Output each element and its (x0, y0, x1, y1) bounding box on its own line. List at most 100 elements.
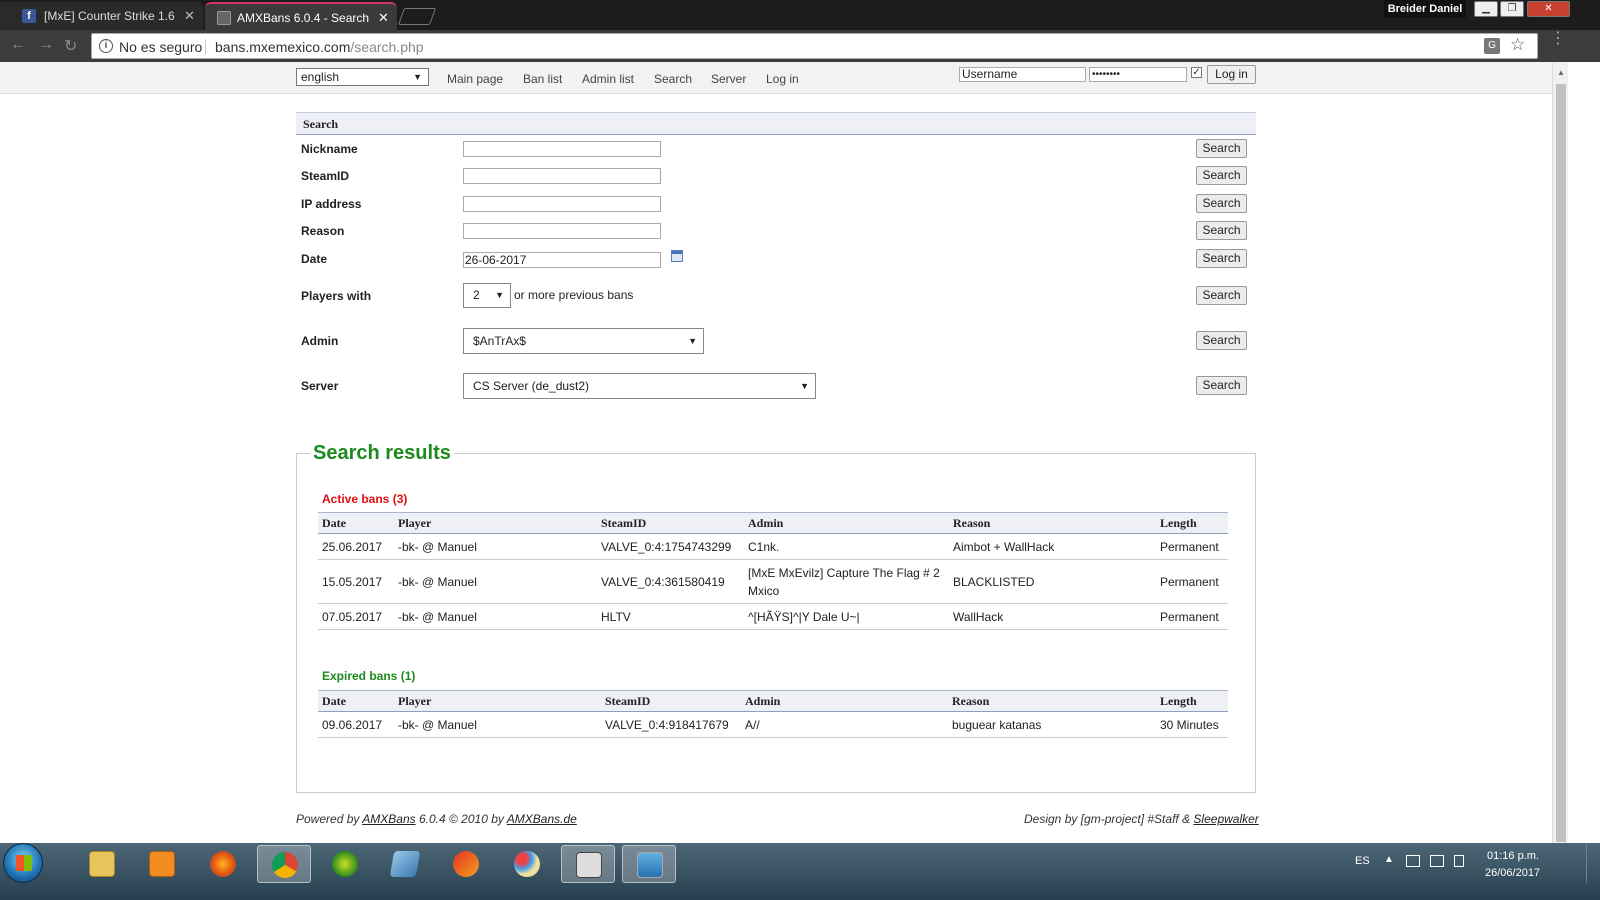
action-center-flag-icon[interactable] (1406, 855, 1420, 867)
table-row[interactable]: 15.05.2017 -bk- @ Manuel VALVE_0:4:36158… (318, 559, 1228, 604)
volume-icon[interactable] (1454, 855, 1464, 867)
browser-menu-icon[interactable]: ⋮ (1550, 31, 1566, 47)
ban-reason: BLACKLISTED (949, 559, 1156, 604)
search-admin-button[interactable]: Search (1196, 331, 1247, 350)
ban-date: 09.06.2017 (318, 711, 394, 738)
vertical-scrollbar[interactable]: ▲ ▼ (1552, 62, 1568, 860)
reason-label: Reason (301, 224, 345, 238)
table-header-row: Date Player SteamID Admin Reason Length (318, 512, 1228, 534)
date-input[interactable]: 26-06-2017 (463, 252, 661, 268)
security-label[interactable]: No es seguro (119, 39, 202, 55)
search-date-button[interactable]: Search (1196, 249, 1247, 268)
clock-date[interactable]: 26/06/2017 (1485, 867, 1540, 879)
photo-viewer-icon[interactable] (622, 845, 676, 883)
nav-main-page[interactable]: Main page (447, 72, 503, 86)
search-server-button[interactable]: Search (1196, 376, 1247, 395)
search-nickname-button[interactable]: Search (1196, 139, 1247, 158)
column-header: Admin (744, 512, 949, 534)
ccleaner-icon[interactable] (439, 845, 493, 883)
paint-icon[interactable] (500, 845, 554, 883)
ban-admin: A// (741, 711, 948, 738)
app-icon[interactable] (318, 845, 372, 883)
username-input[interactable]: Username (959, 67, 1086, 82)
close-tab-icon[interactable]: ✕ (184, 2, 195, 30)
reload-icon[interactable]: ↻ (64, 36, 77, 56)
file-explorer-icon[interactable] (75, 845, 129, 883)
column-header: Date (318, 690, 394, 712)
calendar-icon[interactable] (671, 250, 683, 262)
forward-arrow-icon[interactable]: → (38, 36, 54, 54)
search-ip-button[interactable]: Search (1196, 194, 1247, 213)
previous-bans-select[interactable]: 2 ▼ (463, 283, 511, 308)
nav-search[interactable]: Search (654, 72, 692, 86)
steamid-input[interactable] (463, 168, 661, 184)
column-header: Reason (948, 690, 1156, 712)
reason-input[interactable] (463, 223, 661, 239)
url-text[interactable]: bans.mxemexico.com/search.php (215, 39, 424, 55)
active-bans-title: Active bans (3) (322, 492, 408, 506)
tab-amxbans-search[interactable]: AMXBans 6.0.4 - Search ✕ (205, 2, 397, 30)
scroll-thumb[interactable] (1556, 84, 1566, 842)
column-header: Player (394, 690, 601, 712)
close-tab-icon[interactable]: ✕ (378, 4, 389, 32)
show-desktop-button[interactable] (1586, 843, 1600, 883)
ban-reason: WallHack (949, 603, 1156, 630)
back-arrow-icon[interactable]: ← (10, 36, 26, 54)
ip-input[interactable] (463, 196, 661, 212)
column-header: Reason (949, 512, 1156, 534)
table-row[interactable]: 07.05.2017 -bk- @ Manuel HLTV ^[HÃŸS]^|Y… (318, 603, 1228, 630)
login-button[interactable]: Log in (1207, 65, 1256, 84)
nickname-input[interactable] (463, 141, 661, 157)
counter-strike-icon[interactable] (561, 845, 615, 883)
media-player-icon[interactable] (135, 845, 189, 883)
minimize-button[interactable]: ▁ (1474, 1, 1498, 17)
ban-length: Permanent (1156, 603, 1228, 630)
translate-icon[interactable]: G (1484, 38, 1500, 54)
scroll-up-icon[interactable]: ▲ (1557, 68, 1565, 77)
chrome-icon[interactable] (257, 845, 311, 883)
password-input[interactable]: •••••••• (1089, 67, 1187, 82)
nav-log-in[interactable]: Log in (766, 72, 799, 86)
notepad-icon[interactable] (378, 845, 432, 883)
remember-checkbox[interactable]: ✓ (1191, 67, 1202, 78)
ban-steamid: VALVE_0:4:361580419 (597, 559, 744, 604)
table-row[interactable]: 25.06.2017 -bk- @ Manuel VALVE_0:4:17547… (318, 533, 1228, 560)
profile-name[interactable]: Breider Daniel (1384, 0, 1466, 18)
table-row[interactable]: 09.06.2017 -bk- @ Manuel VALVE_0:4:91841… (318, 711, 1228, 738)
input-language[interactable]: ES (1355, 855, 1370, 867)
ban-reason: Aimbot + WallHack (949, 533, 1156, 560)
admin-select[interactable]: $AnTrAx$ ▼ (463, 328, 704, 354)
start-button[interactable] (3, 843, 43, 883)
restore-button[interactable]: ❐ (1500, 1, 1524, 17)
tab-title: AMXBans 6.0.4 - Search (237, 11, 370, 25)
steamid-label: SteamID (301, 169, 350, 183)
amxbans-link[interactable]: AMXBans (362, 812, 415, 826)
network-icon[interactable] (1430, 855, 1444, 867)
tab-counter-strike[interactable]: f [MxE] Counter Strike 1.6 ✕ (0, 2, 203, 30)
search-players-button[interactable]: Search (1196, 286, 1247, 305)
sleepwalker-link[interactable]: Sleepwalker (1193, 812, 1258, 826)
column-header: SteamID (601, 690, 741, 712)
show-hidden-icons[interactable]: ▲ (1384, 854, 1394, 865)
ban-length: Permanent (1156, 533, 1228, 560)
nav-server[interactable]: Server (711, 72, 746, 86)
search-reason-button[interactable]: Search (1196, 221, 1247, 240)
firefox-icon[interactable] (196, 845, 250, 883)
amxbans-de-link[interactable]: AMXBans.de (507, 812, 577, 826)
server-select[interactable]: CS Server (de_dust2) ▼ (463, 373, 816, 399)
clock-time[interactable]: 01:16 p.m. (1487, 850, 1539, 862)
language-select[interactable]: english ▼ (296, 68, 429, 86)
column-header: SteamID (597, 512, 744, 534)
address-bar[interactable]: i No es seguro bans.mxemexico.com/search… (91, 33, 1538, 59)
table-header-row: Date Player SteamID Admin Reason Length (318, 690, 1228, 712)
nav-ban-list[interactable]: Ban list (523, 72, 562, 86)
footer-design-by: Design by [gm-project] #Staff & Sleepwal… (1024, 812, 1259, 826)
browser-titlebar: f [MxE] Counter Strike 1.6 ✕ AMXBans 6.0… (0, 0, 1600, 30)
info-icon[interactable]: i (99, 39, 113, 53)
close-window-button[interactable]: ✕ (1527, 1, 1570, 17)
new-tab-button[interactable] (397, 8, 437, 25)
ban-player: -bk- @ Manuel (394, 603, 597, 630)
search-steamid-button[interactable]: Search (1196, 166, 1247, 185)
nav-admin-list[interactable]: Admin list (582, 72, 634, 86)
bookmark-star-icon[interactable]: ☆ (1510, 35, 1525, 55)
